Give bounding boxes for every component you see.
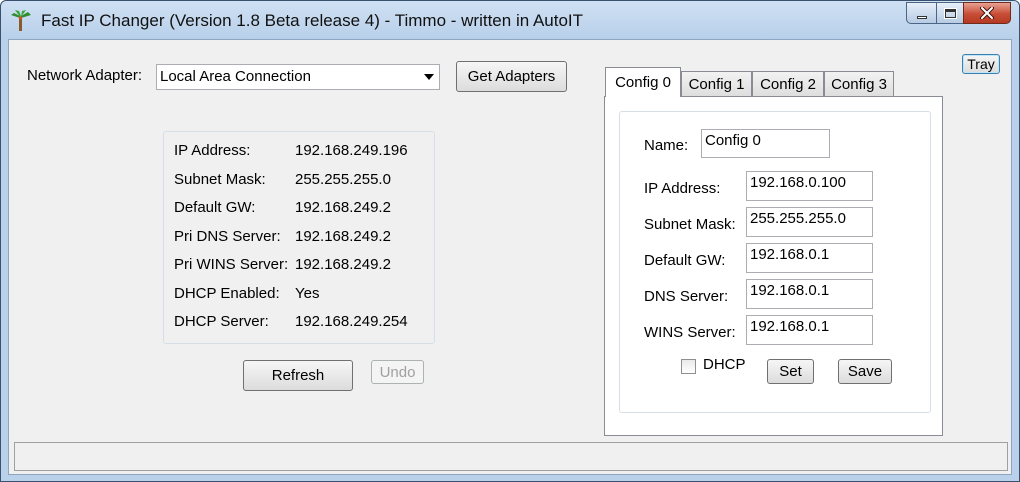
set-button[interactable]: Set [767, 359, 814, 384]
caption-buttons [906, 2, 1011, 24]
info-value: Yes [295, 285, 320, 302]
info-value: 192.168.249.254 [295, 313, 408, 330]
config-gateway-field[interactable]: 192.168.0.1 [746, 243, 873, 273]
network-adapter-combo[interactable]: Local Area Connection [156, 64, 440, 90]
maximize-button[interactable] [936, 2, 963, 24]
info-label: DHCP Server: [174, 313, 269, 330]
info-label: Subnet Mask: [174, 171, 266, 188]
info-label: Pri DNS Server: [174, 228, 281, 245]
title-bar[interactable]: Fast IP Changer (Version 1.8 Beta releas… [1, 1, 1019, 39]
info-value: 192.168.249.196 [295, 142, 408, 159]
client-area: Network Adapter: Local Area Connection G… [8, 39, 1012, 475]
tab-config-2[interactable]: Config 2 [752, 71, 824, 96]
config-wins-field[interactable]: 192.168.0.1 [746, 315, 873, 345]
config-wins-label: WINS Server: [644, 324, 736, 341]
config-subnet-label: Subnet Mask: [644, 216, 736, 233]
network-adapter-label: Network Adapter: [27, 67, 143, 84]
current-settings-panel: IP Address: 192.168.249.196 Subnet Mask:… [163, 131, 435, 344]
info-label: IP Address: [174, 142, 251, 159]
config-name-label: Name: [644, 137, 689, 154]
tab-config-0[interactable]: Config 0 [605, 67, 681, 97]
config-gateway-label: Default GW: [644, 252, 726, 269]
app-window: Fast IP Changer (Version 1.8 Beta releas… [0, 0, 1020, 482]
info-value: 192.168.249.2 [295, 199, 391, 216]
tab-config-3[interactable]: Config 3 [824, 71, 894, 96]
info-label: DHCP Enabled: [174, 285, 280, 302]
tab-config-1[interactable]: Config 1 [681, 71, 752, 96]
tray-button[interactable]: Tray [962, 54, 1000, 74]
config-ip-field[interactable]: 192.168.0.100 [746, 171, 873, 201]
chevron-down-icon[interactable] [424, 74, 434, 80]
status-bar [14, 442, 1008, 471]
window-title: Fast IP Changer (Version 1.8 Beta releas… [41, 11, 584, 30]
maximize-icon [944, 8, 956, 18]
refresh-button[interactable]: Refresh [243, 360, 353, 391]
info-value: 192.168.249.2 [295, 256, 391, 273]
config-ip-label: IP Address: [644, 180, 721, 197]
config-group: Name: Config 0 IP Address: 192.168.0.100… [619, 111, 931, 413]
config-dns-field[interactable]: 192.168.0.1 [746, 279, 873, 309]
close-icon [980, 7, 994, 19]
config-subnet-field[interactable]: 255.255.255.0 [746, 207, 873, 237]
autoit-app-icon[interactable] [9, 9, 33, 33]
info-value: 192.168.249.2 [295, 228, 391, 245]
info-value: 255.255.255.0 [295, 171, 391, 188]
network-adapter-value: Local Area Connection [160, 68, 311, 85]
save-button[interactable]: Save [838, 359, 892, 384]
minimize-icon [916, 15, 927, 19]
dhcp-label: DHCP [703, 356, 746, 373]
undo-button[interactable]: Undo [371, 360, 424, 384]
config-tab-page: Name: Config 0 IP Address: 192.168.0.100… [604, 96, 943, 436]
dhcp-checkbox[interactable] [681, 359, 696, 374]
config-name-field[interactable]: Config 0 [701, 129, 830, 158]
config-dns-label: DNS Server: [644, 288, 729, 305]
info-label: Default GW: [174, 199, 256, 216]
close-button[interactable] [963, 2, 1011, 24]
minimize-button[interactable] [906, 2, 936, 24]
info-label: Pri WINS Server: [174, 256, 289, 273]
get-adapters-button[interactable]: Get Adapters [456, 61, 567, 92]
